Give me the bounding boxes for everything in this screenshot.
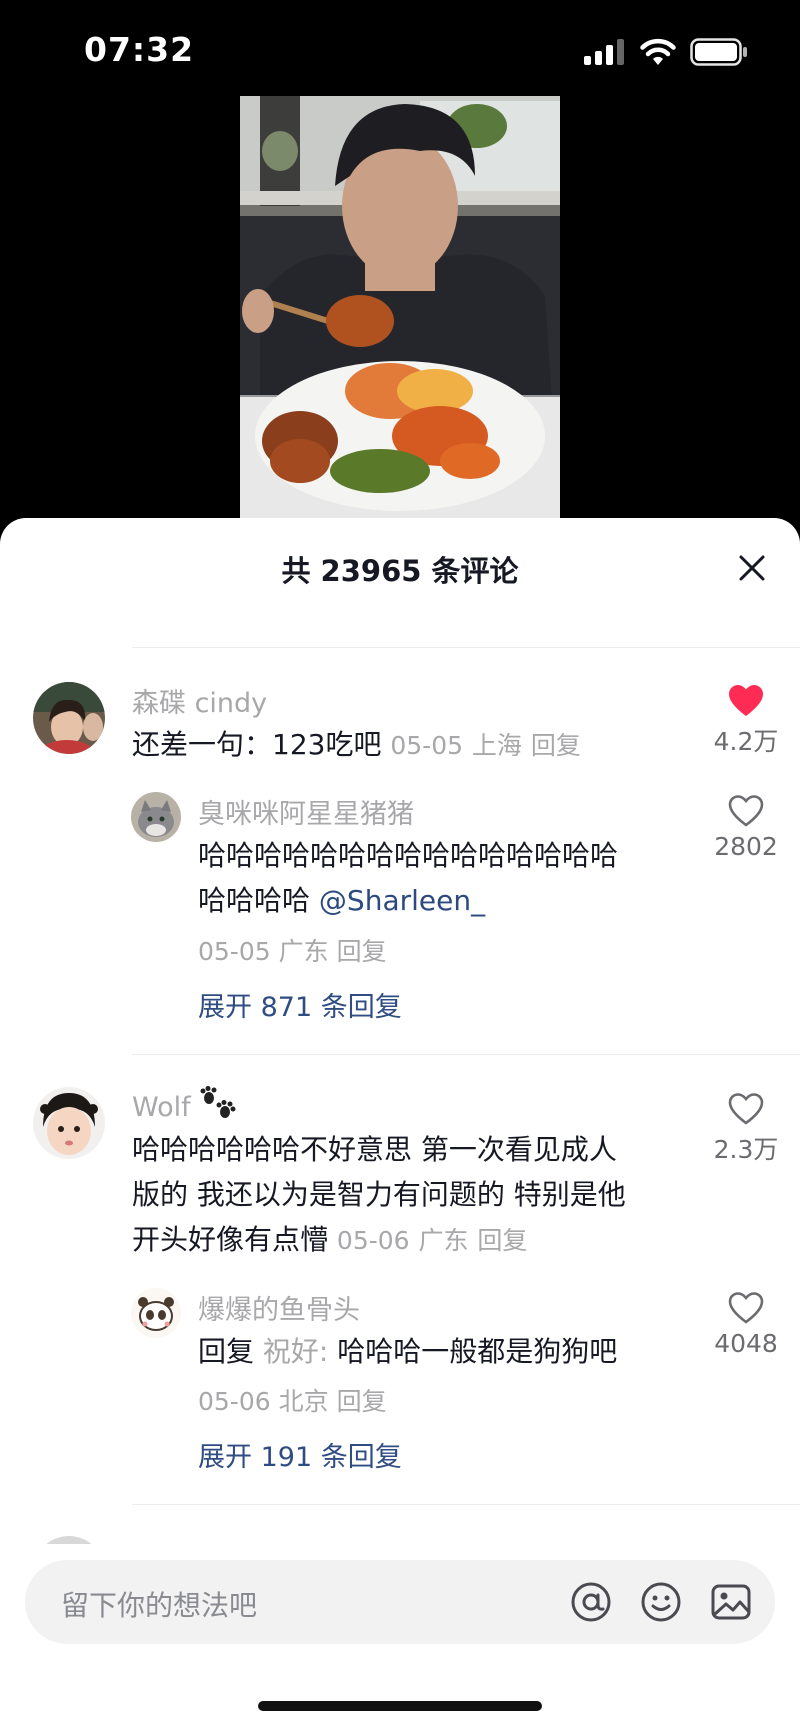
- reply-text-line: 哈哈哈哈哈哈哈哈哈哈哈哈哈哈哈: [198, 839, 619, 872]
- status-time: 07:32: [84, 30, 195, 69]
- avatar[interactable]: [33, 1087, 105, 1159]
- reply-author[interactable]: 爆爆的鱼骨头: [198, 1288, 360, 1327]
- avatar-image: [131, 1288, 181, 1338]
- divider: [132, 1054, 800, 1055]
- status-bar: 07:32: [0, 0, 800, 110]
- comment-date: 05-06: [336, 1226, 410, 1255]
- reply-author[interactable]: 臭咪咪阿星星猪猪: [198, 792, 414, 831]
- reply-location: 广东: [278, 937, 329, 966]
- comment-input-placeholder: 留下你的想法吧: [61, 1589, 258, 1622]
- comments-count-title: 共 23965 条评论: [281, 554, 519, 588]
- video-player[interactable]: [240, 96, 560, 521]
- avatar-image: [33, 682, 105, 754]
- divider: [132, 1504, 800, 1505]
- divider: [132, 647, 800, 648]
- at-mention-icon[interactable]: [569, 1580, 613, 1624]
- comment-body: 还差一句：123吃吧 05-05 上海 回复: [132, 722, 581, 768]
- comment-author[interactable]: 森碟 cindy: [132, 681, 267, 720]
- comment-author-name: Wolf: [132, 1092, 191, 1123]
- reply-button[interactable]: 回复: [477, 1226, 527, 1255]
- comment-input[interactable]: 留下你的想法吧: [25, 1560, 775, 1644]
- like-button[interactable]: 2802: [696, 794, 796, 861]
- reply-text: 哈哈哈一般都是狗狗吧: [337, 1335, 618, 1368]
- like-button[interactable]: 4.2万: [696, 684, 796, 758]
- reply-location: 北京: [278, 1387, 329, 1416]
- comment-date: 05-05: [390, 731, 464, 760]
- reply-button[interactable]: 回复: [337, 937, 387, 966]
- like-count: 2.3万: [713, 1135, 779, 1164]
- reply-meta: 05-05 广东 回复: [198, 932, 387, 968]
- heart-outline-icon: [728, 795, 764, 827]
- comment-location: 广东: [418, 1226, 469, 1255]
- reply-avatar[interactable]: [131, 1288, 181, 1338]
- comment-text-line: 版的 我还以为是智力有问题的 特别是他: [132, 1178, 626, 1211]
- reply-date: 05-05: [198, 937, 271, 966]
- heart-outline-icon: [728, 1093, 764, 1125]
- expand-replies-link[interactable]: 展开 191 条回复: [198, 1435, 402, 1474]
- like-button[interactable]: 4048: [696, 1291, 796, 1358]
- reply-text: 哈哈哈哈: [198, 884, 311, 917]
- paw-prints-icon: [200, 1086, 236, 1118]
- mention-link[interactable]: @Sharleen_: [319, 884, 485, 917]
- expand-replies-link[interactable]: 展开 871 条回复: [198, 985, 402, 1024]
- comment-text: 开头好像有点懵: [132, 1223, 329, 1256]
- reply-meta: 05-06 北京 回复: [198, 1382, 387, 1418]
- avatar[interactable]: [33, 682, 105, 754]
- reply-to-user[interactable]: 祝好:: [263, 1335, 328, 1368]
- heart-filled-icon: [729, 685, 763, 716]
- like-count: 2802: [714, 832, 778, 861]
- comment-text-line: 哈哈哈哈哈哈不好意思 第一次看见成人: [132, 1133, 617, 1166]
- home-indicator: [258, 1701, 542, 1711]
- reply-button[interactable]: 回复: [531, 731, 581, 760]
- reply-prefix: 回复: [198, 1335, 255, 1368]
- comment-text: 还差一句：123吃吧: [132, 728, 382, 761]
- emoji-icon[interactable]: [639, 1580, 683, 1624]
- heart-outline-icon: [728, 1292, 764, 1324]
- comment-text-line: 开头好像有点懵 05-06 广东 回复: [132, 1217, 527, 1263]
- reply-date: 05-06: [198, 1387, 271, 1416]
- comments-sheet: 共 23965 条评论 森碟 cindy 还差一句：123吃吧 05-05 上海…: [0, 518, 800, 1731]
- close-icon: [739, 555, 765, 581]
- close-button[interactable]: [732, 548, 772, 588]
- status-icons: [584, 38, 748, 66]
- image-icon[interactable]: [709, 1580, 753, 1624]
- cellular-signal-icon: [584, 39, 624, 65]
- reply-avatar[interactable]: [131, 792, 181, 842]
- like-button[interactable]: 2.3万: [696, 1092, 796, 1166]
- avatar-image: [33, 1087, 105, 1159]
- reply-text-line: 回复 祝好: 哈哈哈一般都是狗狗吧: [198, 1329, 617, 1374]
- comment-author[interactable]: Wolf: [132, 1086, 237, 1123]
- video-frame: [240, 96, 560, 521]
- reply-button[interactable]: 回复: [337, 1387, 387, 1416]
- comment-location: 上海: [471, 731, 522, 760]
- battery-icon: [690, 38, 747, 66]
- wifi-icon: [640, 38, 676, 65]
- reply-text-line: 哈哈哈哈 @Sharleen_: [198, 878, 485, 923]
- like-count: 4048: [714, 1329, 778, 1358]
- like-count: 4.2万: [713, 727, 779, 756]
- avatar-image: [131, 792, 181, 842]
